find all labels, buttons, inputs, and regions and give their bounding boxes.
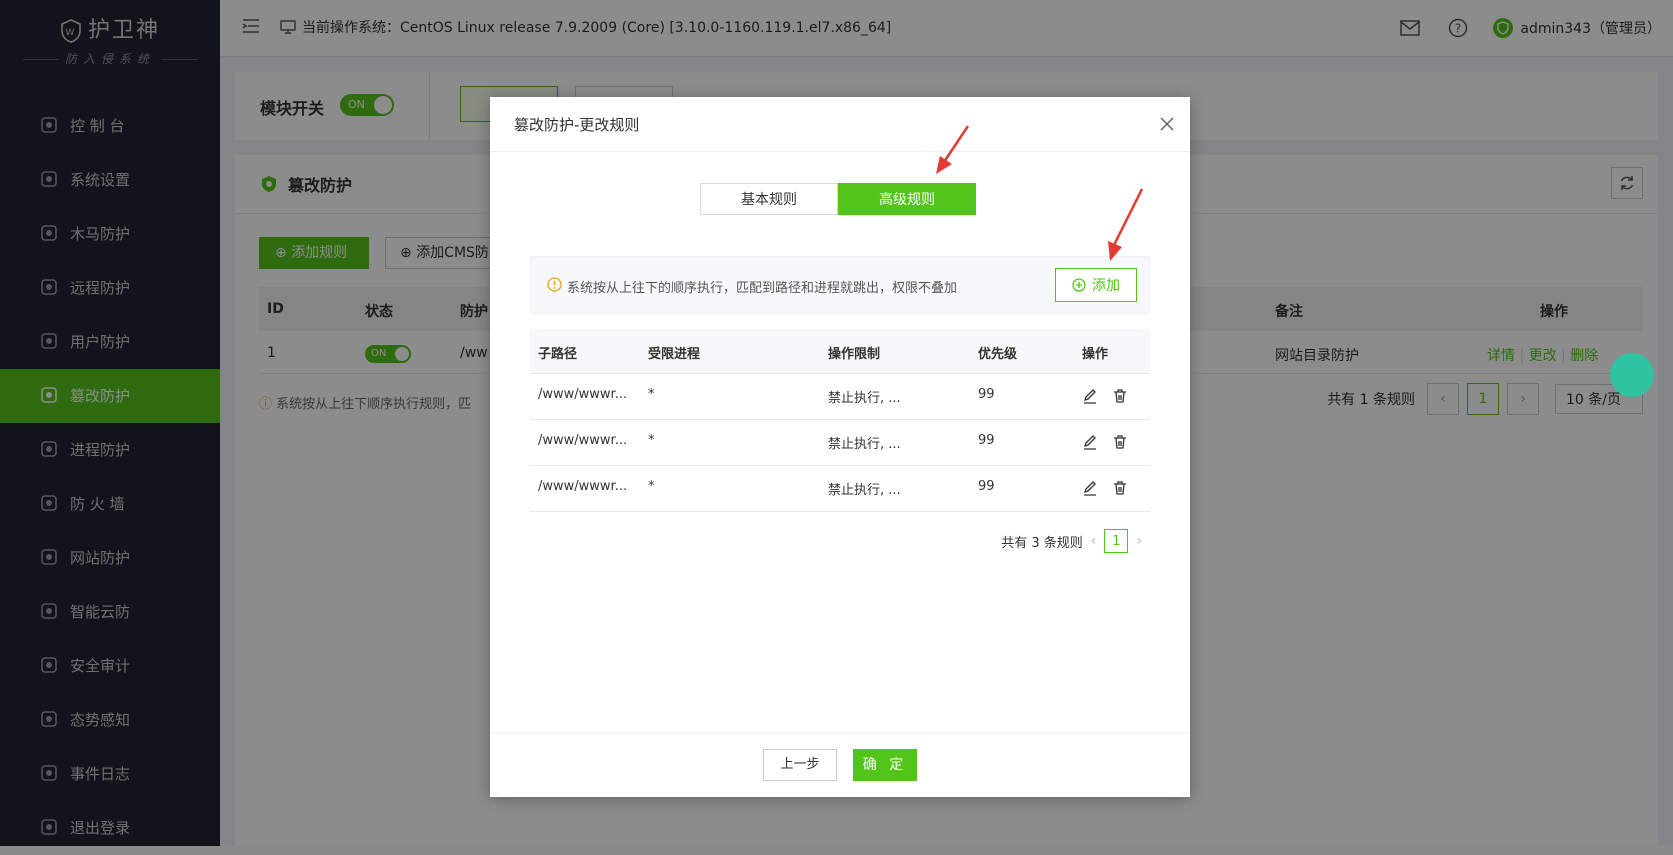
row-subpath: /www/wwwr... <box>538 479 628 494</box>
modal-title: 篡改防护-更改规则 <box>514 116 640 134</box>
row-priority: 99 <box>978 387 995 402</box>
plus-circle-icon <box>1072 278 1086 292</box>
modal-pagination-total: 共有 3 条规则 <box>1001 535 1083 551</box>
add-button[interactable]: 添加 <box>1055 268 1137 302</box>
table-row: /www/wwwr... * 禁止执行, ... 99 <box>530 419 1150 466</box>
col-actions: 操作 <box>1082 347 1109 362</box>
annotation-arrow-icon <box>1108 188 1144 261</box>
table-row: /www/wwwr... * 禁止执行, ... 99 <box>530 373 1150 420</box>
modal-pagination: 共有 3 条规则 ‹ 1 › <box>1001 529 1150 553</box>
trash-icon[interactable] <box>1112 388 1128 404</box>
next-page-icon[interactable]: › <box>1136 533 1142 549</box>
trash-icon[interactable] <box>1112 480 1128 496</box>
row-priority: 99 <box>978 479 995 494</box>
col-process: 受限进程 <box>648 347 701 362</box>
edit-rule-modal: 篡改防护-更改规则 基本规则 高级规则 系统按从上往下的顺序执行，匹配到路径和进… <box>490 97 1190 797</box>
chat-widget[interactable] <box>1610 353 1654 397</box>
row-subpath: /www/wwwr... <box>538 387 628 402</box>
edit-icon[interactable] <box>1082 434 1098 450</box>
col-limit: 操作限制 <box>828 347 881 362</box>
tab-advanced-rules[interactable]: 高级规则 <box>838 183 976 215</box>
col-subpath: 子路径 <box>538 347 578 362</box>
table-row: /www/wwwr... * 禁止执行, ... 99 <box>530 465 1150 512</box>
modal-footer: 上一步 确 定 <box>490 732 1190 797</box>
row-limit: 禁止执行, ... <box>828 391 901 406</box>
rule-tabs: 基本规则 高级规则 <box>700 183 976 215</box>
modal-page-1[interactable]: 1 <box>1104 529 1129 553</box>
close-icon[interactable] <box>1160 117 1174 131</box>
tab-basic-rules[interactable]: 基本规则 <box>700 183 838 215</box>
row-subpath: /www/wwwr... <box>538 433 628 448</box>
add-button-label: 添加 <box>1092 278 1120 294</box>
trash-icon[interactable] <box>1112 434 1128 450</box>
row-limit: 禁止执行, ... <box>828 483 901 498</box>
col-priority: 优先级 <box>978 347 1018 362</box>
prev-page-icon[interactable]: ‹ <box>1091 533 1097 549</box>
confirm-button[interactable]: 确 定 <box>853 749 917 781</box>
info-icon <box>547 277 562 292</box>
edit-icon[interactable] <box>1082 388 1098 404</box>
row-process: * <box>648 433 655 448</box>
row-process: * <box>648 479 655 494</box>
edit-icon[interactable] <box>1082 480 1098 496</box>
prev-step-button[interactable]: 上一步 <box>763 749 837 781</box>
row-limit: 禁止执行, ... <box>828 437 901 452</box>
row-process: * <box>648 387 655 402</box>
tip-text: 系统按从上往下的顺序执行，匹配到路径和进程就跳出，权限不叠加 <box>567 281 958 296</box>
tip-box: 系统按从上往下的顺序执行，匹配到路径和进程就跳出，权限不叠加 添加 <box>530 256 1150 314</box>
annotation-arrow-icon <box>936 125 970 174</box>
row-priority: 99 <box>978 433 995 448</box>
